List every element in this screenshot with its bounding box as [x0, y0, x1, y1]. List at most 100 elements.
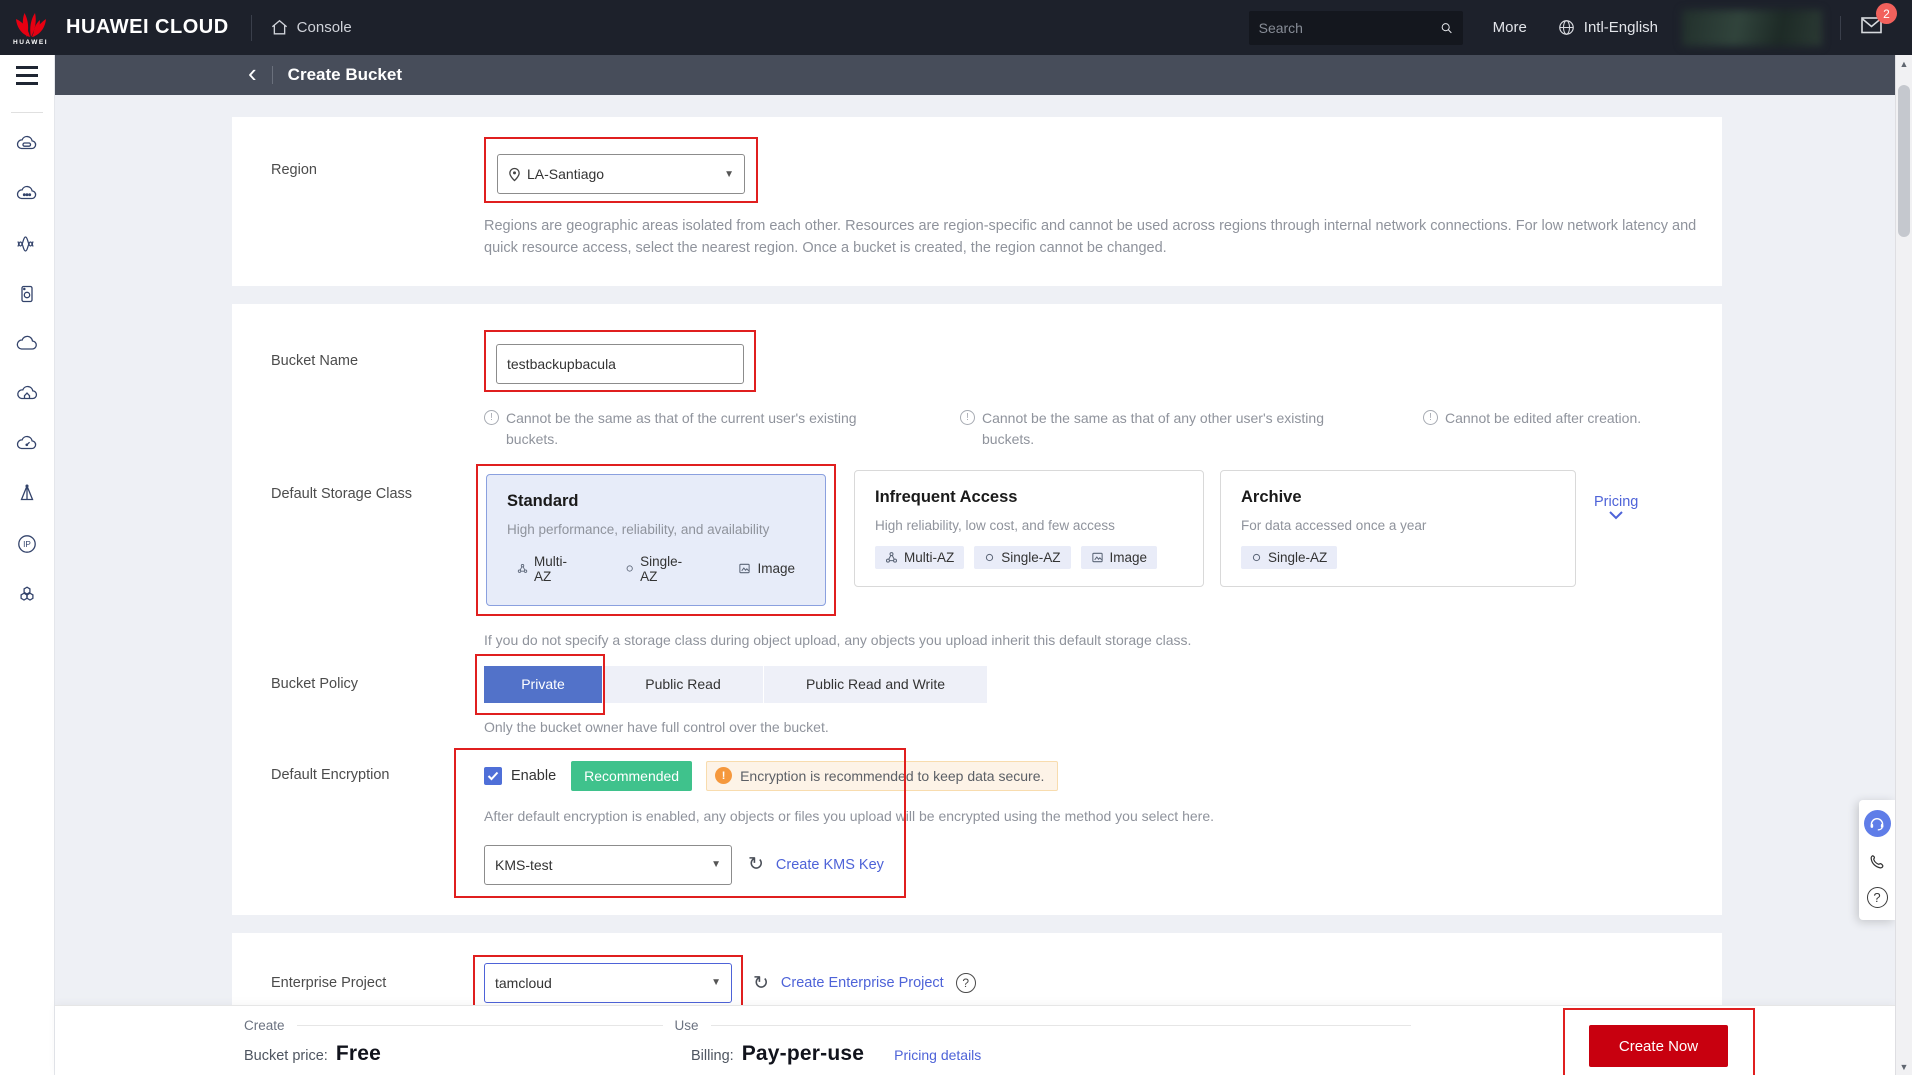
cloud-ellipsis-icon: [15, 182, 39, 206]
chevron-down-icon: ▼: [711, 977, 721, 988]
scrollbar-thumb[interactable]: [1898, 85, 1910, 237]
refresh-icon[interactable]: ↻: [748, 855, 764, 874]
bucket-price-value: Free: [336, 1042, 381, 1066]
scroll-up-icon[interactable]: ▲: [1896, 55, 1912, 72]
footer-divider-line: [711, 1025, 1411, 1026]
search-input[interactable]: [1259, 20, 1440, 36]
sidebar-item-cloud[interactable]: [0, 319, 54, 369]
storage-card-infrequent-access[interactable]: Infrequent Access High reliability, low …: [854, 470, 1204, 587]
region-panel: Region LA-Santiago ▼ Regions are geograp…: [232, 117, 1722, 286]
recommended-badge: Recommended: [571, 761, 692, 791]
sidebar-item-cloud-sync[interactable]: [0, 419, 54, 469]
scroll-down-icon[interactable]: ▼: [1896, 1058, 1912, 1075]
help-button[interactable]: ?: [1867, 887, 1888, 908]
create-enterprise-project-link[interactable]: Create Enterprise Project: [781, 975, 944, 991]
phone-support-button[interactable]: [1867, 852, 1887, 872]
menu-toggle-icon[interactable]: [0, 55, 54, 95]
single-az-icon: [625, 563, 634, 574]
sidebar-item-beacon[interactable]: [0, 469, 54, 519]
region-description: Regions are geographic areas isolated fr…: [484, 215, 1719, 260]
policy-option-public-read-write[interactable]: Public Read and Write: [764, 666, 987, 703]
info-icon: !: [484, 410, 499, 425]
encryption-label: Default Encryption: [232, 761, 484, 885]
page-header: ‹ Create Bucket: [55, 55, 1895, 95]
check-icon: [487, 771, 499, 781]
bucket-settings-panel: Bucket Name ! Cannot be the same as that…: [232, 304, 1722, 915]
footer-bar: Create Use Bucket price: Free Billing: P…: [55, 1005, 1895, 1075]
enterprise-project-select[interactable]: tamcloud ▼: [484, 963, 732, 1003]
chevron-down-icon: ▼: [724, 169, 734, 180]
location-pin-icon: [508, 167, 521, 182]
sidebar-item-storage-device[interactable]: [0, 269, 54, 319]
storage-class-note: If you do not specify a storage class du…: [484, 632, 1191, 648]
back-button[interactable]: ‹: [248, 60, 257, 90]
brand-name: HUAWEI CLOUD: [66, 16, 229, 39]
single-az-tag: Single-AZ: [974, 546, 1070, 569]
sidebar-item-cloud-services[interactable]: [0, 169, 54, 219]
multi-az-tag: Multi-AZ: [875, 546, 964, 569]
region-select[interactable]: LA-Santiago ▼: [497, 154, 745, 194]
create-now-button[interactable]: Create Now: [1589, 1025, 1728, 1067]
region-label: Region: [232, 162, 484, 178]
account-name-redacted[interactable]: [1682, 10, 1822, 46]
kms-key-select[interactable]: KMS-test ▼: [484, 845, 732, 885]
help-icon[interactable]: ?: [956, 973, 976, 993]
bucket-name-note: ! Cannot be the same as that of the curr…: [484, 408, 960, 450]
waves-icon: [15, 232, 39, 256]
card-title: Standard: [507, 492, 805, 511]
single-az-tag: Single-AZ: [1241, 546, 1337, 569]
storage-card-archive[interactable]: Archive For data accessed once a year Si…: [1220, 470, 1576, 587]
region-value: LA-Santiago: [527, 166, 604, 182]
support-chat-button[interactable]: [1864, 810, 1891, 837]
pricing-link[interactable]: Pricing: [1594, 494, 1638, 520]
huawei-flower-icon: [14, 12, 48, 38]
refresh-icon[interactable]: ↻: [753, 974, 769, 993]
annotation-box-bucket-name: [484, 330, 756, 392]
notifications-button[interactable]: 2: [1859, 14, 1884, 41]
bucket-price-label: Bucket price:: [244, 1048, 328, 1064]
enable-encryption-checkbox[interactable]: [484, 767, 502, 785]
sidebar-item-monitoring[interactable]: [0, 219, 54, 269]
card-description: High performance, reliability, and avail…: [507, 522, 805, 537]
beacon-icon: [15, 482, 39, 506]
card-description: For data accessed once a year: [1241, 518, 1555, 533]
header-divider: [272, 66, 273, 84]
billing-value: Pay-per-use: [742, 1042, 864, 1066]
use-section-label: Use: [675, 1018, 699, 1033]
language-switcher[interactable]: Intl-English: [1557, 18, 1658, 37]
policy-option-public-read[interactable]: Public Read: [603, 666, 763, 703]
sidebar-nav: IP: [0, 119, 54, 619]
storage-class-label: Default Storage Class: [232, 464, 484, 616]
storage-card-standard[interactable]: Standard High performance, reliability, …: [486, 474, 826, 606]
info-icon: !: [960, 410, 975, 425]
footer-divider-line: [297, 1025, 663, 1026]
sidebar-divider: [11, 112, 43, 113]
support-float-panel: ?: [1859, 800, 1895, 920]
cloud-icon: [15, 332, 39, 356]
sidebar-item-cluster[interactable]: [0, 569, 54, 619]
enterprise-project-value: tamcloud: [495, 975, 552, 991]
bucket-name-note: ! Cannot be edited after creation.: [1423, 408, 1663, 450]
cloud-sync-icon: [15, 432, 39, 456]
bucket-name-input[interactable]: [496, 344, 744, 384]
notification-badge: 2: [1876, 3, 1897, 24]
policy-option-private[interactable]: Private: [484, 666, 602, 703]
page-scrollbar[interactable]: ▲ ▼: [1895, 55, 1912, 1075]
encryption-warning: ! Encryption is recommended to keep data…: [706, 761, 1058, 791]
bucket-name-note: ! Cannot be the same as that of any othe…: [960, 408, 1423, 450]
card-title: Archive: [1241, 488, 1555, 507]
global-search[interactable]: [1249, 11, 1463, 45]
headset-icon: [1869, 816, 1885, 831]
huawei-logo[interactable]: HUAWEI: [0, 7, 58, 49]
sidebar-item-ip[interactable]: IP: [0, 519, 54, 569]
more-menu[interactable]: More: [1493, 19, 1527, 36]
console-link[interactable]: Console: [270, 18, 352, 37]
sidebar-item-cloud-server[interactable]: [0, 119, 54, 169]
multi-az-tag: Multi-AZ: [507, 550, 587, 588]
topbar-divider: [1840, 16, 1841, 40]
create-kms-key-link[interactable]: Create KMS Key: [776, 857, 884, 873]
left-sidebar: IP: [0, 55, 55, 1075]
search-icon[interactable]: [1440, 19, 1453, 37]
pricing-details-link[interactable]: Pricing details: [894, 1047, 981, 1063]
sidebar-item-cloud-upload[interactable]: [0, 369, 54, 419]
